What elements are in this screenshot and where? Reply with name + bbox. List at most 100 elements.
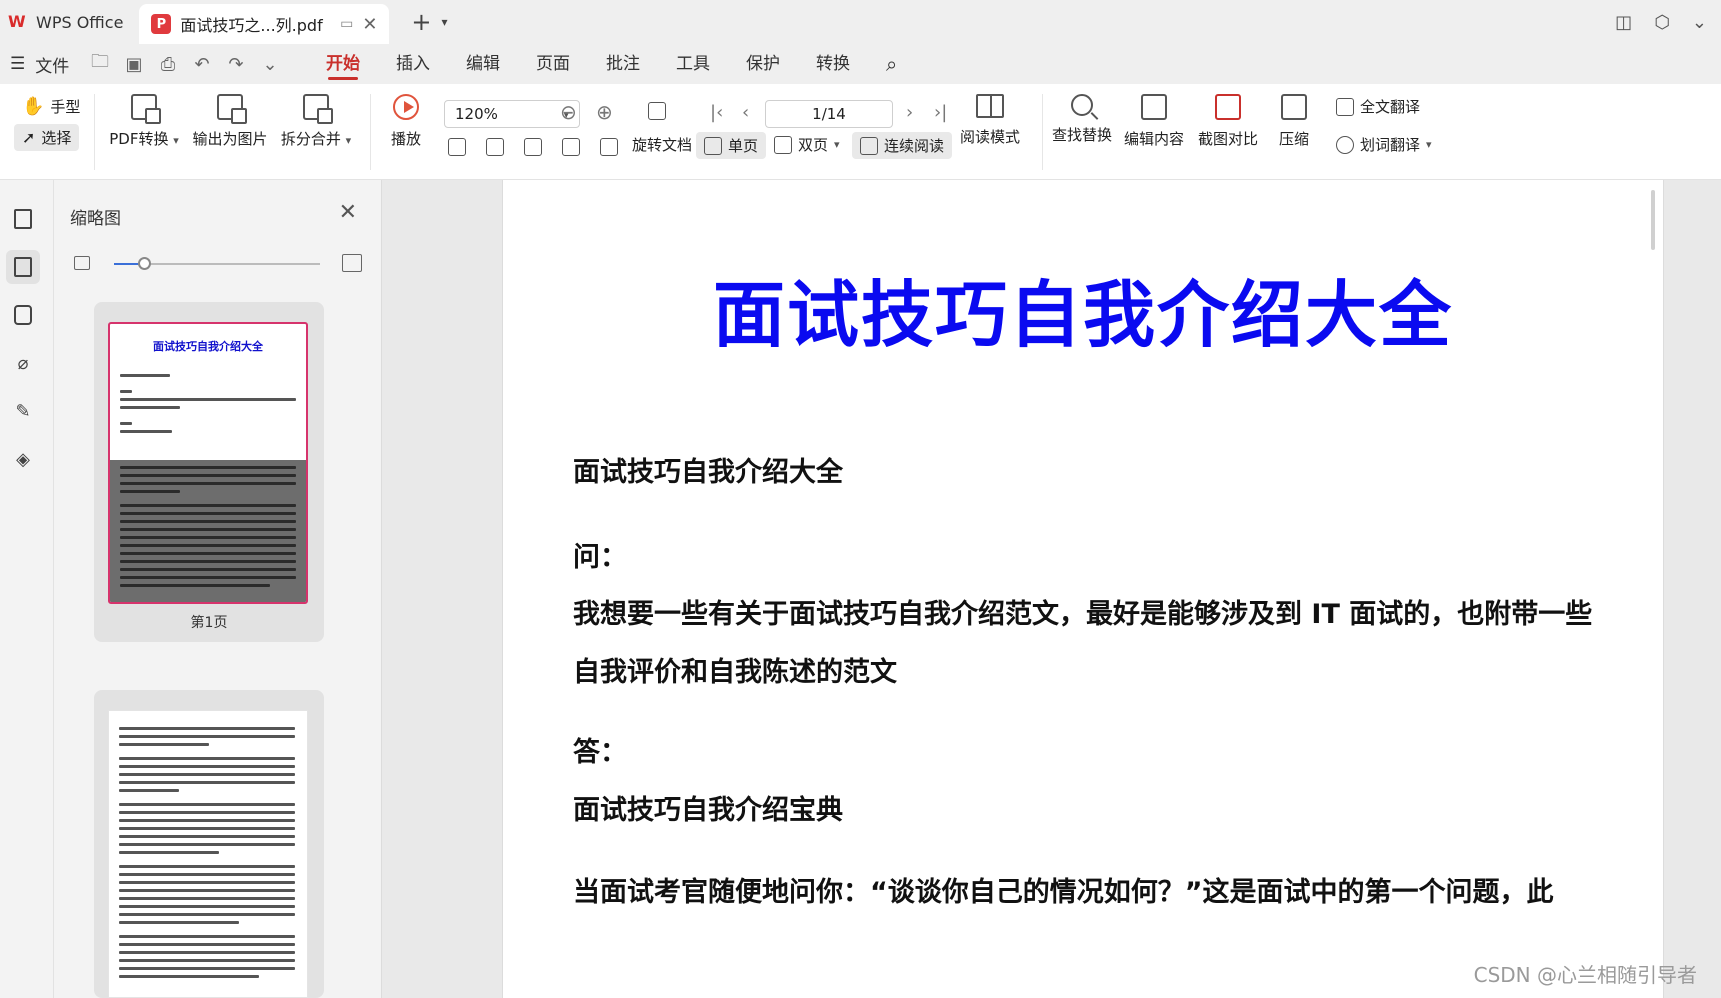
first-page-icon[interactable]: |‹ (710, 102, 723, 123)
answer-title: 面试技巧自我介绍宝典 (573, 795, 843, 826)
actual-size-icon[interactable] (448, 138, 466, 156)
select-tool-button[interactable]: ➚ 选择 (14, 124, 80, 151)
zoom-in-icon[interactable]: ⊕ (596, 100, 613, 124)
thumbnail-icon[interactable] (6, 250, 40, 284)
title-right-controls: ◫ ⬡ ⌄ (1615, 0, 1721, 44)
comment-icon[interactable] (6, 298, 40, 332)
rotate-left-icon[interactable] (562, 138, 580, 156)
next-page-icon[interactable]: › (906, 102, 913, 123)
tab-start[interactable]: 开始 (326, 44, 360, 84)
edit-content-label: 编辑内容 (1123, 130, 1184, 148)
attachment-icon[interactable]: ⌀ (6, 346, 40, 380)
search-icon[interactable]: ⌕ (886, 44, 897, 84)
slider-handle[interactable] (138, 257, 151, 270)
layers-icon[interactable]: ◈ (6, 442, 40, 476)
tab-page[interactable]: 页面 (536, 44, 570, 84)
full-translate-button[interactable]: 全文翻译 (1336, 96, 1420, 117)
window-mode-icon[interactable]: ▭ (340, 16, 353, 32)
translate-icon (1336, 97, 1354, 116)
export-image-button[interactable]: 输出为图片 (182, 94, 278, 149)
split-merge-button[interactable]: 拆分合并 ▾ (268, 94, 364, 149)
quick-access-toolbar: 🗀 ▣ ⎙ ↶ ↷ ⌄ (90, 49, 280, 79)
continuous-read-button[interactable]: 连续阅读 (852, 132, 953, 159)
prev-page-icon[interactable]: ‹ (742, 102, 749, 123)
page-number-input[interactable]: 1/14 (765, 100, 893, 128)
left-icon-rail: ⌀ ✎ ◈ (0, 180, 54, 998)
compare-icon (1215, 94, 1241, 120)
undo-icon[interactable]: ↶ (192, 54, 212, 75)
rotate-view-icon[interactable] (648, 102, 666, 120)
redo-icon[interactable]: ↷ (226, 54, 246, 75)
split-view-icon[interactable]: ◫ (1615, 12, 1632, 33)
thumbnail-page-2-image[interactable] (108, 710, 308, 998)
fit-width-icon[interactable] (524, 138, 542, 156)
hand-tool-button[interactable]: ✋ 手型 (22, 96, 80, 117)
ribbon-toolbar: ✋ 手型 ➚ 选择 PDF转换 ▾ 输出为图片 拆分合并 ▾ 播放 120% ▾ (0, 84, 1721, 180)
tab-wps-home[interactable]: W WPS Office (0, 2, 137, 42)
question-text-line-2: 自我评价和自我陈述的范文 (573, 657, 897, 688)
print-icon[interactable]: ⎙ (158, 54, 178, 75)
close-icon[interactable]: ✕ (339, 200, 357, 225)
thumbnail-page-2[interactable] (94, 690, 324, 998)
rotate-document-button[interactable]: 旋转文档 (632, 134, 692, 155)
file-menu-label: 文件 (35, 56, 70, 77)
tab-annotate[interactable]: 批注 (606, 44, 640, 84)
compress-button[interactable]: 压缩 (1246, 94, 1342, 149)
bookmark-icon[interactable] (6, 202, 40, 236)
divider (94, 94, 95, 170)
save-icon[interactable]: ▣ (124, 54, 144, 75)
export-image-icon (217, 94, 247, 124)
tab-document[interactable]: P 面试技巧之...列.pdf ▭ ✕ (139, 4, 390, 44)
more-chevron-icon[interactable]: ⌄ (260, 54, 280, 75)
cube-icon[interactable]: ⬡ (1654, 12, 1670, 33)
chevron-down-icon[interactable]: ▾ (442, 15, 448, 29)
document-heading: 面试技巧自我介绍大全 (573, 457, 843, 488)
compress-icon (1281, 94, 1307, 120)
document-scrollbar[interactable] (1651, 190, 1655, 250)
thumbnail-page-1-image[interactable]: 面试技巧自我介绍大全 (108, 322, 308, 604)
book-icon (976, 94, 1004, 118)
dropdown-icon[interactable]: ⌄ (1692, 12, 1707, 33)
split-merge-icon (303, 94, 333, 124)
export-image-label: 输出为图片 (192, 130, 268, 148)
play-button[interactable]: 播放 (358, 94, 454, 149)
tab-convert[interactable]: 转换 (816, 44, 850, 84)
tab-insert[interactable]: 插入 (396, 44, 430, 84)
new-tab-button[interactable]: + ▾ (411, 8, 447, 36)
full-translate-label: 全文翻译 (1360, 98, 1421, 116)
chevron-down-icon: ▾ (1426, 138, 1432, 151)
thumbnail-page-1[interactable]: 面试技巧自我介绍大全 第1页 (94, 302, 324, 642)
file-menu[interactable]: ☰ 文件 (0, 52, 82, 77)
single-page-button[interactable]: 单页 (696, 132, 767, 159)
app-name: WPS Office (36, 12, 124, 32)
word-translate-button[interactable]: 划词翻译 ▾ (1336, 134, 1432, 155)
tab-edit[interactable]: 编辑 (466, 44, 500, 84)
open-folder-icon[interactable]: 🗀 (90, 49, 110, 79)
tab-tools[interactable]: 工具 (676, 44, 710, 84)
rotate-document-label: 旋转文档 (632, 136, 693, 154)
search-icon (1071, 94, 1093, 116)
split-merge-label: 拆分合并 ▾ (280, 130, 352, 148)
close-tab-icon[interactable]: ✕ (362, 14, 377, 35)
pdf-convert-button[interactable]: PDF转换 ▾ (96, 94, 192, 149)
title-bar: W WPS Office P 面试技巧之...列.pdf ▭ ✕ + ▾ ◫ ⬡… (0, 0, 1721, 44)
hand-icon: ✋ (22, 96, 45, 117)
zoom-out-icon[interactable]: ⊖ (560, 100, 577, 124)
read-mode-button[interactable]: 阅读模式 (942, 94, 1038, 147)
signature-icon[interactable]: ✎ (6, 394, 40, 428)
fit-page-icon[interactable] (486, 138, 504, 156)
wps-window: { "titlebar": { "app_name": "WPS Office"… (0, 0, 1721, 998)
wps-logo-icon: W (8, 12, 26, 31)
small-image-icon[interactable] (74, 256, 90, 270)
thumbnail-panel: 缩略图 ✕ 面试技巧自我介绍大全 第1页 (54, 180, 427, 998)
tab-protect[interactable]: 保护 (746, 44, 780, 84)
rotate-right-icon[interactable] (600, 138, 618, 156)
pdf-page: 面试技巧自我介绍大全 面试技巧自我介绍大全 问： 我想要一些有关于面试技巧自我介… (502, 180, 1664, 998)
large-image-icon[interactable] (342, 254, 362, 272)
menu-tabs: 开始 插入 编辑 页面 批注 工具 保护 转换 ⌕ (326, 44, 897, 84)
double-page-button[interactable]: 双页 ▾ (774, 134, 840, 155)
thumbnail-panel-title: 缩略图 (70, 209, 121, 229)
thumbnail-size-slider[interactable] (74, 252, 364, 276)
word-translate-label: 划词翻译 (1360, 136, 1421, 154)
document-viewport: 面试技巧自我介绍大全 面试技巧自我介绍大全 问： 我想要一些有关于面试技巧自我介… (382, 180, 1721, 998)
